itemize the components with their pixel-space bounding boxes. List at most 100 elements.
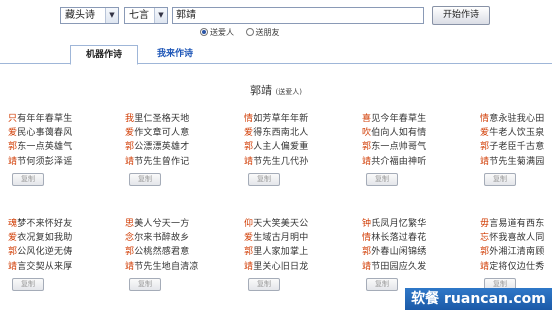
poem-line-text: 节何须彭泽谣	[17, 156, 73, 167]
poem-line-initial: 郭	[362, 247, 372, 258]
poem-line: 郭子老臣千古意	[480, 140, 552, 154]
poem-line-initial: 喜	[362, 114, 372, 124]
name-input[interactable]: 郭靖	[172, 7, 424, 24]
poem-line-text: 林长落过春花	[371, 233, 427, 244]
poem-type-value: 藏头诗	[65, 10, 95, 21]
tab-machine-poem[interactable]: 机器作诗	[70, 45, 138, 65]
poem-line-initial: 郭	[125, 142, 135, 153]
poem-line-initial: 只	[8, 114, 18, 124]
poem-line-initial: 靖	[362, 156, 372, 167]
poem-line-text: 子老臣千古意	[489, 142, 545, 153]
copy-button[interactable]: 复制	[129, 172, 161, 186]
poem-line-text: 公桃然感君意	[134, 247, 190, 258]
poem-line: 爱牛老人饮玉泉	[480, 126, 552, 140]
poem-line: 思美人兮天一方	[125, 217, 211, 231]
poem-card: 我里仁圣格天地 爱作文章可人意 郭公漂漂英雄才 靖节先生曾作记 复制	[125, 112, 211, 186]
poem-line-initial: 念	[125, 233, 135, 244]
chevron-down-icon: ▼	[154, 8, 167, 23]
poem-line-text: 东一点英雄气	[17, 142, 73, 153]
copy-button[interactable]: 复制	[366, 277, 398, 291]
radio-lover-label: 送爱人	[210, 28, 234, 37]
poem-line: 爱得东西南北人	[244, 126, 330, 140]
poem-line-initial: 郭	[8, 142, 18, 153]
poem-line: 郭里人家加掌上	[244, 245, 330, 259]
poem-line-text: 里关心旧日龙	[253, 261, 309, 272]
poem-line-text: 怀我喜故人同	[489, 233, 545, 244]
poem-card: 喜见今年春草生 吹伯向人如有情 郭东一点帅哥气 靖共介福由神听 复制	[362, 112, 448, 186]
poem-line: 爱衣况复如我助	[8, 231, 94, 245]
poem-line: 情林长落过春花	[362, 231, 448, 245]
poem-line-initial: 靖	[480, 261, 490, 272]
poem-line-text: 天大笑美天公	[253, 219, 309, 229]
poem-line-initial: 爱	[125, 128, 135, 139]
poem-line: 郭外春山闲锦绣	[362, 245, 448, 259]
poem-line-text: 民心事蔼春风	[17, 128, 73, 139]
start-button[interactable]: 开始作诗	[432, 6, 490, 25]
poem-line-initial: 爱	[480, 128, 490, 139]
copy-button[interactable]: 复制	[248, 172, 280, 186]
copy-button[interactable]: 复制	[129, 277, 161, 291]
copy-button[interactable]: 复制	[366, 172, 398, 186]
poem-line: 念尔来书醉故乡	[125, 231, 211, 245]
copy-button[interactable]: 复制	[484, 172, 516, 186]
poem-line: 钟氏凤月忆繁华	[362, 217, 448, 231]
poem-line-initial: 爱	[8, 128, 18, 139]
poem-line-initial: 情	[480, 114, 490, 124]
poem-line-initial: 我	[125, 114, 135, 124]
poem-line: 靖节田园应久发	[362, 260, 448, 274]
poem-line-text: 里仁圣格天地	[134, 114, 190, 124]
results-panel: 郭靖 (送爱人) 只有年年春草生 爱民心事蔼春风 郭东一点英雄气 靖节何须彭泽谣 复制我…	[0, 65, 552, 310]
poem-line-initial: 靖	[244, 156, 254, 167]
poem-line-initial: 靖	[244, 261, 254, 272]
poem-line-initial: 郭	[244, 142, 254, 153]
poem-line-text: 人主人偏爱重	[253, 142, 309, 153]
radio-lover[interactable]: 送爱人	[200, 27, 234, 39]
poem-line-initial: 忘	[480, 233, 490, 244]
poem-line-text: 节先生几代孙	[253, 156, 309, 167]
poem-line-text: 外春山闲锦绣	[371, 247, 427, 258]
poem-type-select[interactable]: 藏头诗 ▼	[60, 7, 119, 24]
poem-line: 靖节何须彭泽谣	[8, 155, 94, 169]
poem-line: 靖节先生几代孙	[244, 155, 330, 169]
poem-line: 忘怀我喜故人同	[480, 231, 552, 245]
poem-card: 情意永驻我心田 爱牛老人饮玉泉 郭子老臣千古意 靖节先生菊满园 复制	[480, 112, 552, 186]
toolbar: 藏头诗 ▼ 七言 ▼ 郭靖 开始作诗 送爱人 送朋友	[0, 0, 552, 42]
watermark-logo: 软餐 ruancan.com	[405, 288, 552, 310]
poem-line: 郭公桃然感君意	[125, 245, 211, 259]
poem-line: 爱作文章可人意	[125, 126, 211, 140]
poem-line: 郭公风化逆无俦	[8, 245, 94, 259]
result-name: 郭靖	[250, 84, 273, 97]
copy-button[interactable]: 复制	[12, 277, 44, 291]
meter-select[interactable]: 七言 ▼	[124, 7, 168, 24]
poem-line-text: 节先生曾作记	[134, 156, 190, 167]
poem-line-initial: 靖	[125, 156, 135, 167]
tab-bar: 机器作诗 我来作诗	[0, 44, 552, 65]
poem-line: 郭东一点英雄气	[8, 140, 94, 154]
radio-friend[interactable]: 送朋友	[245, 27, 280, 39]
poem-line-text: 定将仅边仕秀	[489, 261, 545, 272]
poem-line: 情如芳草年年新	[244, 112, 330, 126]
poem-line-text: 意永驻我心田	[489, 114, 545, 124]
poem-line-text: 公风化逆无俦	[17, 247, 73, 258]
poem-line-text: 生域古月明中	[253, 233, 309, 244]
radio-friend-label: 送朋友	[255, 28, 280, 37]
poem-line-initial: 仰	[244, 219, 254, 229]
poem-line-initial: 情	[244, 114, 254, 124]
poem-card: 魂梦不来怀好友 爱衣况复如我助 郭公风化逆无俦 靖言交契从来厚 复制	[8, 217, 94, 291]
tab-my-poem[interactable]: 我来作诗	[146, 45, 204, 65]
poem-line: 爱生域古月明中	[244, 231, 330, 245]
poem-line-initial: 郭	[480, 247, 490, 258]
chevron-down-icon: ▼	[105, 8, 118, 23]
poem-line-initial: 思	[125, 219, 135, 229]
poem-line-text: 见今年春草生	[371, 114, 427, 124]
poem-line-initial: 郭	[125, 247, 135, 258]
copy-button[interactable]: 复制	[248, 277, 280, 291]
poem-line-text: 有年年春草生	[17, 114, 73, 124]
poem-line-initial: 郭	[480, 142, 490, 153]
meter-value: 七言	[129, 10, 149, 21]
copy-button[interactable]: 复制	[12, 172, 44, 186]
poem-line-initial: 靖	[8, 156, 18, 167]
poem-line-initial: 靖	[125, 261, 135, 272]
poem-line: 爱民心事蔼春风	[8, 126, 94, 140]
poem-line-text: 美人兮天一方	[134, 219, 190, 229]
